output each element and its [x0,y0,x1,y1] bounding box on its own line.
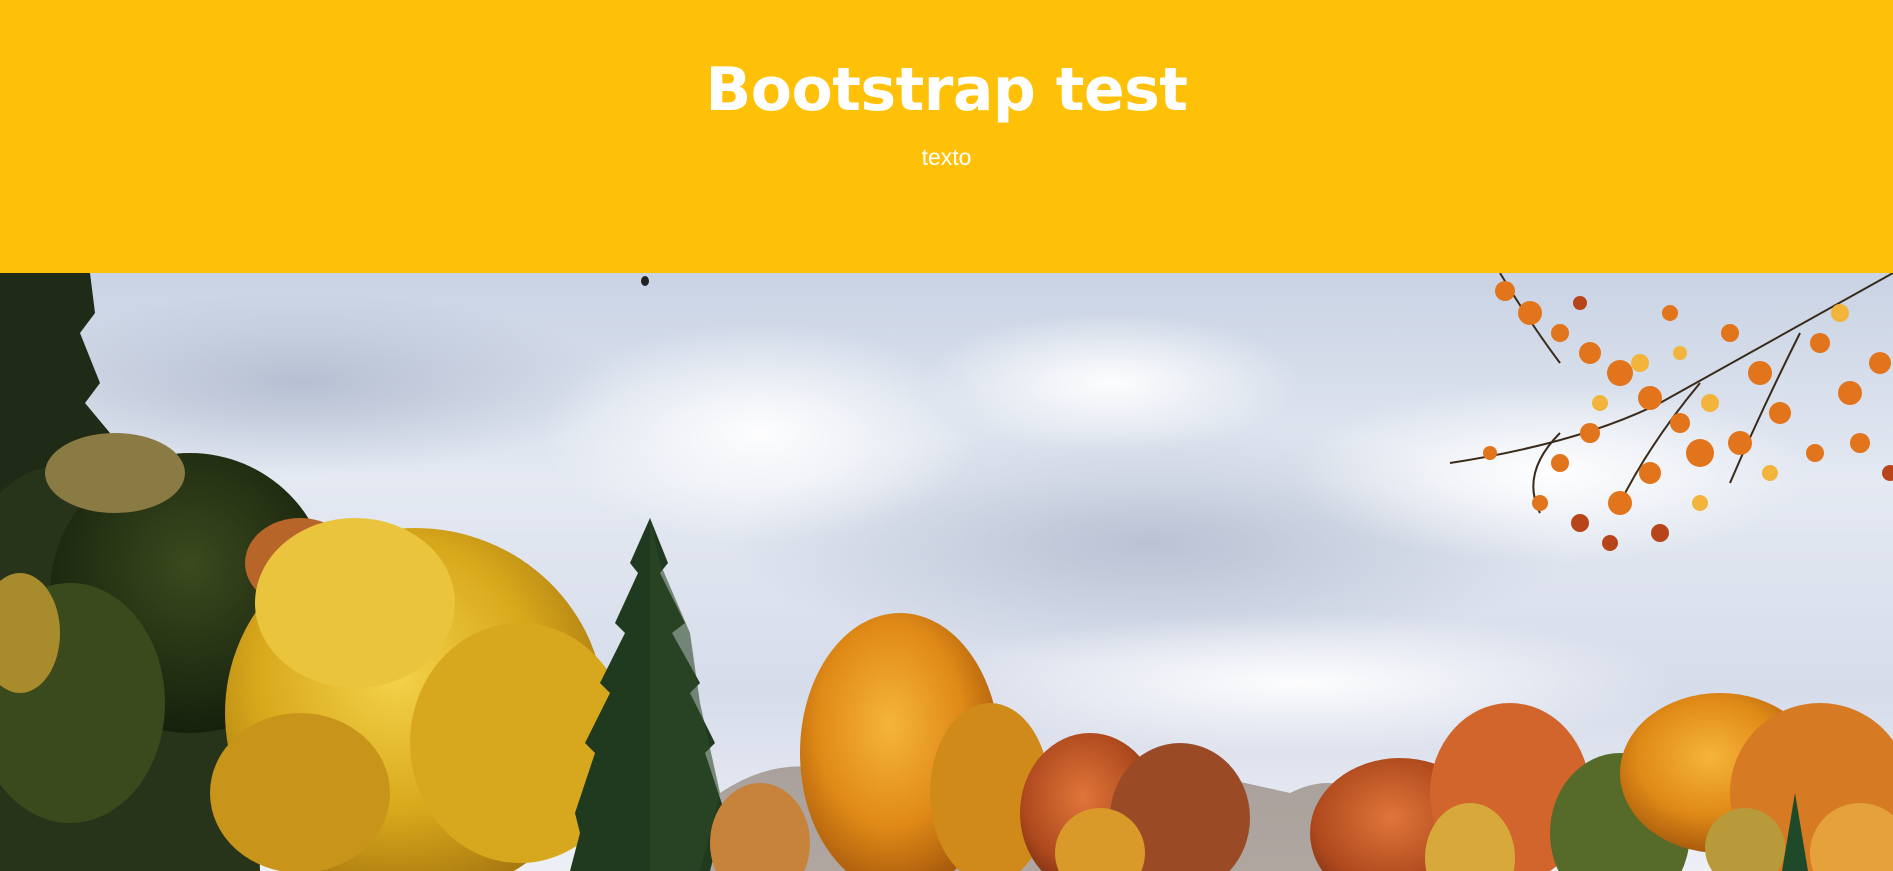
autumn-trees-photo [0,273,1893,871]
page-subtitle: texto [921,144,972,170]
photo-illustration [0,273,1893,871]
jumbotron-header: Bootstrap test texto [0,0,1893,273]
page-title: Bootstrap test [705,55,1188,125]
